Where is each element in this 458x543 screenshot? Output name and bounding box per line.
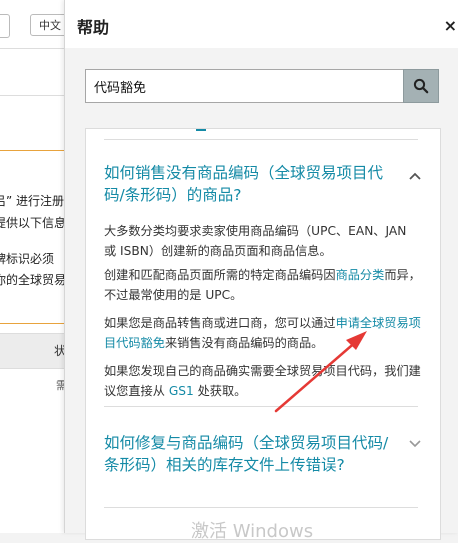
background-input[interactable] (0, 14, 10, 38)
divider (104, 507, 418, 508)
help-search (85, 69, 439, 103)
background-table: 状 需 (0, 333, 70, 465)
faq-answer-paragraph: 大多数分类均要求卖家使用商品编码（UPC、EAN、JAN 或 ISBN）创建新的… (104, 224, 407, 258)
divider (104, 406, 418, 407)
text: 处获取。 (193, 384, 247, 398)
help-header: 帮助 × (65, 0, 458, 49)
help-content: 如何销售没有商品编码（全球贸易项目代码/条形码）的商品? 大多数分类均要求卖家使… (85, 128, 441, 540)
search-input[interactable] (85, 69, 403, 103)
faq-question-inventory-upload-error[interactable]: 如何修复与商品编码（全球贸易项目代码/条形码）相关的库存文件上传错误? (104, 432, 394, 476)
help-title: 帮助 (77, 18, 110, 37)
link-gs1[interactable]: GS1 (169, 384, 194, 398)
help-body: 如何销售没有商品编码（全球贸易项目代码/条形码）的商品? 大多数分类均要求卖家使… (65, 48, 458, 542)
close-button[interactable]: × (444, 16, 457, 35)
help-panel: 帮助 × 如何销售没有商品编码（全球贸易项目代码/条形码）的商品? 大多数分类均… (64, 0, 458, 542)
search-button[interactable] (403, 69, 439, 103)
text: 来销售没有商品编码的商品。 (164, 336, 324, 350)
notice-line: 牌标识必须 (0, 252, 55, 266)
background-page: 中文 吕” 进行注册 提供以下信息 牌标识必须 你的全球贸易 状 需 (0, 0, 70, 533)
chevron-up-icon[interactable] (408, 169, 422, 183)
faq-question-no-product-code[interactable]: 如何销售没有商品编码（全球贸易项目代码/条形码）的商品? (104, 162, 394, 206)
previous-item-fragment (196, 129, 206, 131)
windows-activation-watermark: 激活 Windows (191, 521, 314, 542)
divider (0, 95, 70, 96)
faq-answer-paragraph: 创建和匹配商品页面所需的特定商品编码因商品分类而异，不过最常使用的是 UPC。 (104, 265, 422, 305)
table-header: 状 (0, 333, 70, 369)
text: 如果您发现自己的商品确实需要全球贸易项目代码，我们建议您直接从 (104, 364, 421, 398)
divider (104, 139, 418, 140)
link-product-category[interactable]: 商品分类 (336, 268, 385, 282)
chevron-down-icon[interactable] (408, 437, 422, 451)
notice-line: 吕” 进行注册 (0, 194, 65, 208)
divider (0, 48, 70, 49)
notice-line: 你的全球贸易 (0, 273, 67, 287)
text: 创建和匹配商品页面所需的特定商品编码因 (104, 268, 336, 282)
faq-answer-paragraph: 如果您发现自己的商品确实需要全球贸易项目代码，我们建议您直接从 GS1 处获取。 (104, 361, 422, 401)
faq-answer-paragraph: 如果您是商品转售商或进口商，您可以通过申请全球贸易项目代码豁免来销售没有商品编码… (104, 313, 422, 353)
notice-box: 吕” 进行注册 提供以下信息 牌标识必须 你的全球贸易 (0, 150, 70, 324)
search-icon (413, 78, 429, 94)
notice-line: 提供以下信息 (0, 216, 67, 230)
text: 如果您是商品转售商或进口商，您可以通过 (104, 316, 336, 330)
